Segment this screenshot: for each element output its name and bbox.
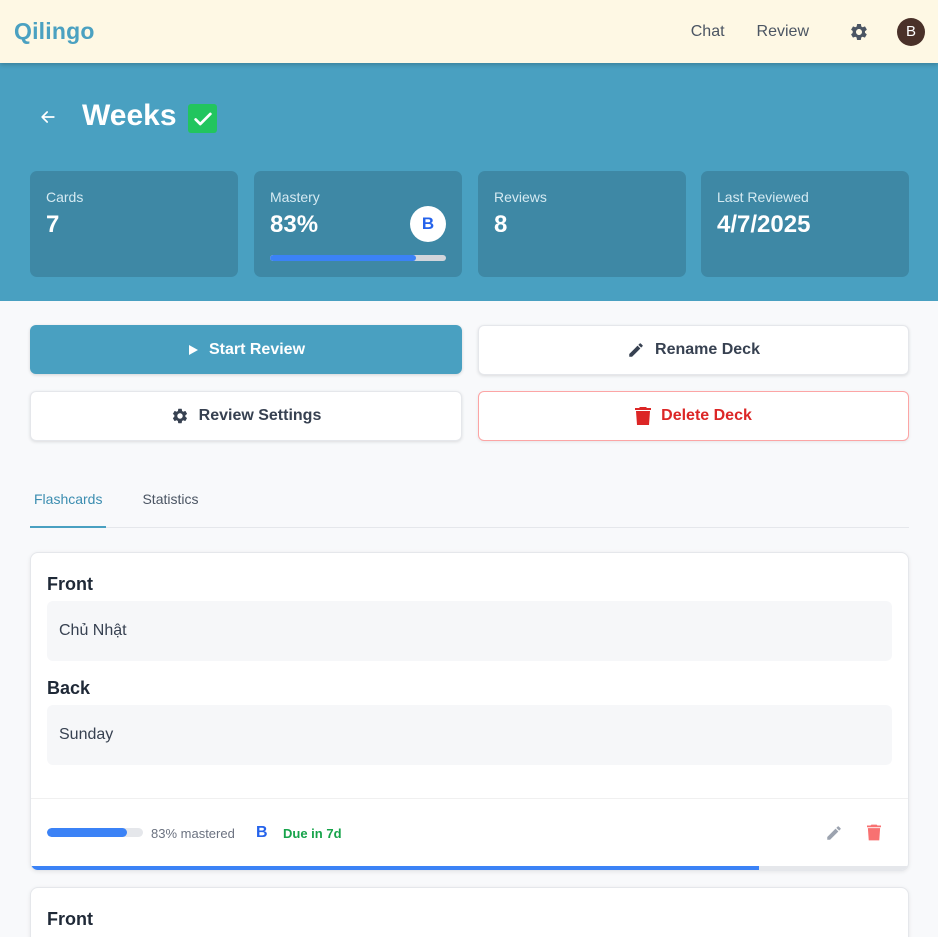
stat-label: Last Reviewed <box>717 189 809 205</box>
mastery-progress-fill <box>270 255 417 261</box>
user-avatar[interactable]: B <box>897 17 925 46</box>
stat-card-mastery: Mastery 83% B <box>254 171 462 277</box>
back-text: Sunday <box>47 705 892 765</box>
level-badge: B <box>410 206 446 242</box>
stat-label: Reviews <box>494 189 547 205</box>
mastery-progress-bar <box>270 255 446 261</box>
delete-deck-button[interactable]: Delete Deck <box>478 391 909 441</box>
card-progress-fill <box>31 866 759 870</box>
deck-tabs: Flashcards Statistics <box>30 472 909 528</box>
card-level-badge: B <box>256 824 268 841</box>
card-footer: 83% mastered B Due in 7d <box>31 798 908 866</box>
due-text: Due in 7d <box>283 826 342 841</box>
delete-deck-label: Delete Deck <box>661 407 752 424</box>
review-settings-label: Review Settings <box>198 407 322 424</box>
stat-value: 8 <box>494 211 508 238</box>
stat-value: 4/7/2025 <box>717 211 811 238</box>
card-mastery-fill <box>47 828 127 837</box>
stat-label: Mastery <box>270 189 320 205</box>
play-icon <box>188 344 198 355</box>
start-review-label: Start Review <box>208 340 306 358</box>
delete-card-trash-icon[interactable] <box>867 824 885 842</box>
completed-check-icon <box>188 104 217 133</box>
edit-card-pencil-icon[interactable] <box>825 824 843 842</box>
gear-icon <box>172 408 187 424</box>
back-label: Back <box>47 678 91 698</box>
tab-statistics[interactable]: Statistics <box>138 472 202 527</box>
stat-label: Cards <box>46 189 84 205</box>
stat-card-reviews: Reviews 8 <box>478 171 686 277</box>
front-label: Front <box>47 909 93 929</box>
card-progress-bar <box>31 866 908 870</box>
deck-header: Weeks Cards 7 Mastery 83% B Reviews 8 La… <box>0 63 938 301</box>
stat-value: 7 <box>46 211 60 238</box>
settings-gear-icon[interactable] <box>849 22 869 42</box>
rename-deck-label: Rename Deck <box>655 341 760 358</box>
front-text: Chủ Nhật <box>47 601 892 661</box>
deck-title: Weeks <box>82 99 177 132</box>
nav-review-link[interactable]: Review <box>757 23 809 41</box>
flashcard: Front Chủ Nhật Back Sunday 83% mastered … <box>30 552 909 871</box>
brand-logo[interactable]: Qilingo <box>14 18 95 45</box>
stat-card-last-reviewed: Last Reviewed 4/7/2025 <box>701 171 909 277</box>
review-settings-button[interactable]: Review Settings <box>30 391 462 441</box>
front-label: Front <box>47 574 93 594</box>
start-review-button[interactable]: Start Review <box>30 325 462 374</box>
back-arrow-icon[interactable] <box>38 107 58 127</box>
stat-card-cards: Cards 7 <box>30 171 238 277</box>
rename-deck-button[interactable]: Rename Deck <box>478 325 909 375</box>
tab-flashcards[interactable]: Flashcards <box>30 472 107 528</box>
nav-links: Chat Review B <box>691 17 925 46</box>
card-mastery-bar <box>47 828 143 837</box>
nav-chat-link[interactable]: Chat <box>691 23 725 41</box>
pencil-icon <box>629 343 643 357</box>
trash-icon <box>635 407 652 425</box>
top-navbar: Qilingo Chat Review B <box>0 0 938 63</box>
mastered-text: 83% mastered <box>151 826 235 841</box>
flashcard: Front <box>30 887 909 937</box>
